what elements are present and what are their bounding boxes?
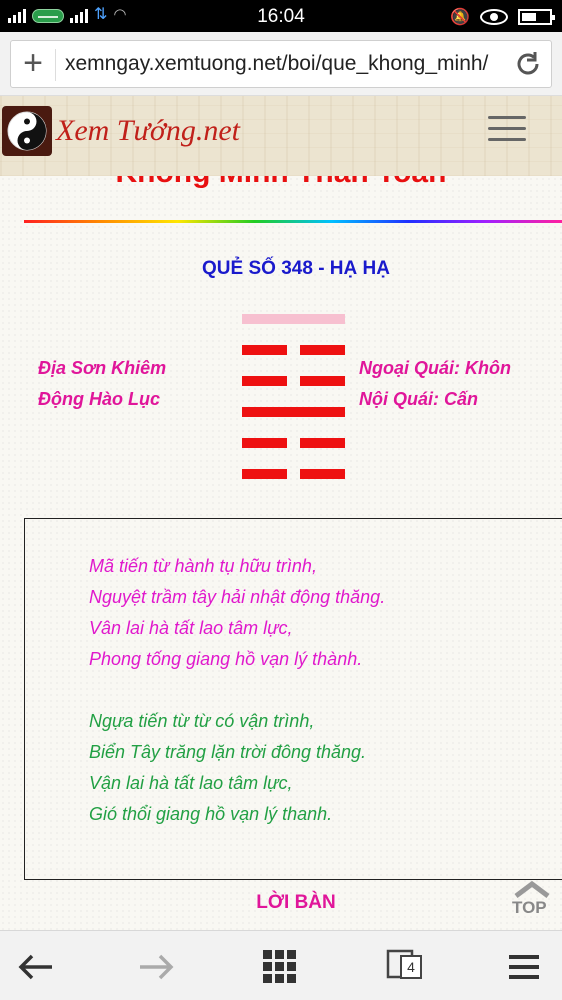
poem-vietnamese: Ngựa tiến từ từ có vận trình, Biển Tây tr… bbox=[89, 706, 366, 830]
reload-icon[interactable] bbox=[511, 47, 545, 81]
hexagram-line-yin bbox=[242, 469, 345, 479]
poem-line: Biển Tây trăng lặn trời đông thăng. bbox=[89, 742, 367, 762]
scroll-top-label: TOP bbox=[512, 898, 547, 917]
muted-bell-icon: 🔕 bbox=[450, 9, 470, 26]
outer-trigram-label: Ngoại Quái: Khôn bbox=[359, 358, 511, 378]
hexagram-line-yin bbox=[242, 376, 345, 386]
line-segment bbox=[242, 407, 345, 417]
hexagram-line-yin bbox=[242, 345, 345, 355]
line-segment bbox=[299, 376, 345, 386]
site-header: Xem Tướng.net bbox=[0, 96, 562, 176]
poem-line: Phong tống giang hồ vạn lý thành. bbox=[89, 649, 363, 669]
forward-arrow-icon[interactable] bbox=[134, 945, 178, 989]
chevron-up-icon bbox=[514, 880, 550, 898]
main-content: Khổng Minh Thần Toán QUẺ SỐ 348 - HẠ HẠ … bbox=[0, 176, 562, 930]
site-logo[interactable]: Xem Tướng.net bbox=[2, 106, 240, 156]
yin-yang-icon bbox=[2, 106, 52, 156]
section-label-loi-ban: LỜI BÀN bbox=[256, 892, 336, 913]
line-segment bbox=[242, 376, 288, 386]
logo-text: Xem Tướng.net bbox=[56, 114, 241, 147]
rainbow-divider bbox=[24, 220, 562, 223]
hexagram-line-yang bbox=[242, 314, 345, 324]
line-segment bbox=[299, 469, 345, 479]
battery-icon bbox=[518, 9, 555, 25]
page-heading: Khổng Minh Thần Toán bbox=[0, 176, 562, 190]
inner-trigram-label: Nội Quái: Cấn bbox=[359, 389, 479, 409]
line-segment bbox=[299, 345, 345, 355]
tab-count-badge[interactable]: 4 bbox=[400, 955, 422, 979]
line-segment bbox=[242, 314, 345, 324]
browser-address-bar: + xemngay.xemtuong.net/boi/que_khong_min… bbox=[0, 32, 562, 96]
poem-line: Vân lai hà tất lao tâm lực, bbox=[89, 618, 293, 638]
url-field-container: + xemngay.xemtuong.net/boi/que_khong_min… bbox=[10, 40, 552, 88]
poem-line: Mã tiến từ hành tụ hữu trình, bbox=[89, 556, 317, 576]
grid-icon[interactable] bbox=[258, 945, 302, 989]
hamburger-icon[interactable] bbox=[488, 116, 526, 148]
poem-line: Gió thổi giang hồ vạn lý thanh. bbox=[89, 804, 333, 824]
que-title: QUẺ SỐ 348 - HẠ HẠ bbox=[202, 258, 390, 279]
plus-icon[interactable]: + bbox=[15, 45, 51, 83]
back-arrow-icon[interactable] bbox=[14, 945, 58, 989]
hexagram-name: Địa Sơn Khiêm bbox=[38, 358, 167, 378]
poem-line: Nguyệt trầm tây hải nhật động thăng. bbox=[89, 587, 386, 607]
hexagram-figure bbox=[242, 314, 345, 500]
eye-icon bbox=[480, 9, 508, 25]
line-segment bbox=[242, 469, 288, 479]
scroll-top-button[interactable]: TOP bbox=[510, 878, 554, 918]
browser-bottom-bar: 4 bbox=[0, 930, 562, 1000]
line-segment bbox=[242, 438, 288, 448]
poem-sino-vietnamese: Mã tiến từ hành tụ hữu trình, Nguyệt trầm… bbox=[89, 551, 385, 675]
poem-line: Ngựa tiến từ từ có vận trình, bbox=[89, 711, 315, 731]
poem-line: Vận lai hà tất lao tâm lực, bbox=[89, 773, 293, 793]
line-segment bbox=[242, 345, 288, 355]
address-divider bbox=[55, 49, 56, 81]
menu-icon[interactable] bbox=[502, 945, 546, 989]
hexagram-line-yang bbox=[242, 407, 345, 417]
poem-box: Mã tiến từ hành tụ hữu trình, Nguyệt trầm… bbox=[24, 518, 562, 880]
hexagram-line-yin bbox=[242, 438, 345, 448]
line-segment bbox=[299, 438, 345, 448]
status-right-icons: 🔕 bbox=[450, 7, 555, 27]
moving-line-label: Động Hào Lục bbox=[38, 389, 160, 409]
status-bar: ⇅ ◠ 16:04 🔕 bbox=[0, 0, 562, 32]
url-field[interactable]: xemngay.xemtuong.net/boi/que_khong_minh/ bbox=[65, 52, 511, 76]
